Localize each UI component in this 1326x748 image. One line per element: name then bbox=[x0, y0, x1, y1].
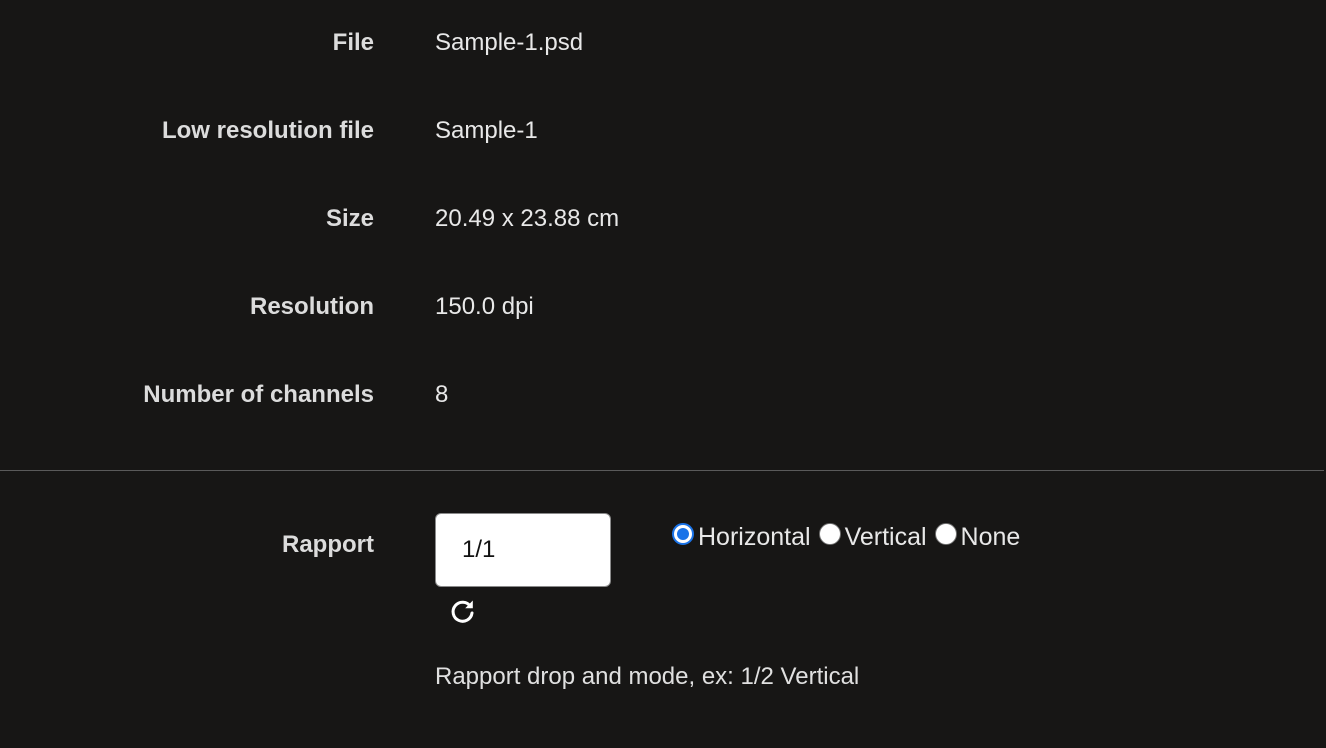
rapport-label: Rapport bbox=[282, 531, 374, 558]
row-file: File Sample-1.psd bbox=[0, 28, 1326, 58]
file-value: Sample-1.psd bbox=[435, 29, 584, 56]
rapport-input[interactable] bbox=[435, 513, 611, 587]
channels-label: Number of channels bbox=[143, 381, 374, 408]
row-low-res-file: Low resolution file Sample-1 bbox=[0, 116, 1326, 146]
radio-none[interactable] bbox=[934, 523, 957, 545]
radio-horizontal[interactable] bbox=[672, 523, 694, 545]
low-res-file-value: Sample-1 bbox=[435, 117, 538, 144]
radio-horizontal-label: Horizontal bbox=[698, 522, 811, 551]
radio-option-vertical[interactable]: Vertical bbox=[818, 522, 927, 552]
low-res-file-label: Low resolution file bbox=[161, 117, 374, 144]
refresh-icon[interactable] bbox=[448, 596, 478, 626]
row-rapport: Rapport bbox=[0, 530, 1326, 560]
file-label: File bbox=[332, 29, 374, 56]
rapport-mode-radio-group: Horizontal Vertical None bbox=[672, 520, 1028, 554]
section-divider bbox=[0, 470, 1324, 471]
radio-none-label: None bbox=[960, 522, 1021, 551]
resolution-label: Resolution bbox=[250, 293, 374, 320]
size-label: Size bbox=[325, 205, 374, 232]
row-channels: Number of channels 8 bbox=[0, 380, 1326, 410]
size-value: 20.49 x 23.88 cm bbox=[435, 205, 620, 232]
resolution-value: 150.0 dpi bbox=[435, 293, 534, 320]
row-size: Size 20.49 x 23.88 cm bbox=[0, 204, 1326, 234]
channels-value: 8 bbox=[435, 381, 449, 408]
radio-vertical-label: Vertical bbox=[844, 522, 927, 551]
rapport-hint: Rapport drop and mode, ex: 1/2 Vertical bbox=[435, 663, 860, 690]
radio-option-horizontal[interactable]: Horizontal bbox=[672, 523, 811, 552]
row-resolution: Resolution 150.0 dpi bbox=[0, 292, 1326, 322]
radio-vertical[interactable] bbox=[818, 523, 841, 545]
file-info-panel: File Sample-1.psd Low resolution file Sa… bbox=[0, 0, 1326, 748]
radio-option-none[interactable]: None bbox=[934, 522, 1021, 552]
